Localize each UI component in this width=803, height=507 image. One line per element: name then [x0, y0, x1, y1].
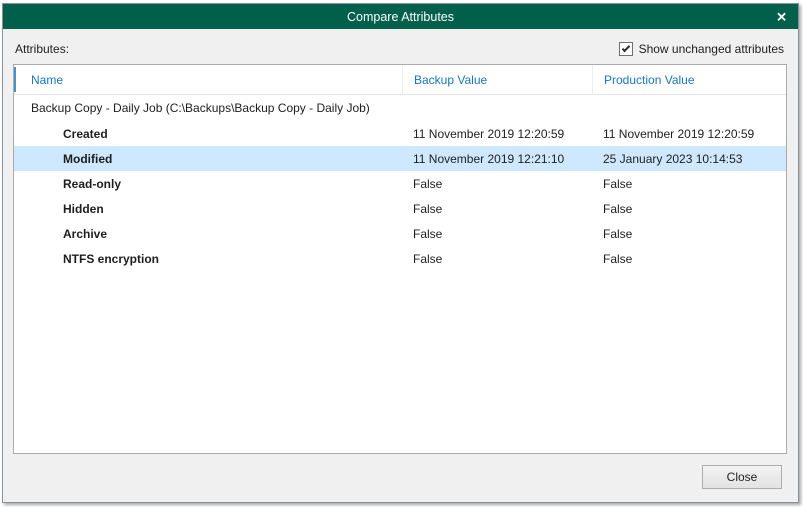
attributes-label: Attributes:: [15, 42, 69, 56]
column-header-name[interactable]: Name: [14, 73, 402, 87]
attribute-name: Created: [14, 127, 402, 141]
table-header: Name Backup Value Production Value: [14, 65, 786, 95]
backup-value: False: [402, 202, 592, 216]
backup-value: False: [402, 252, 592, 266]
attributes-table: Name Backup Value Production Value Backu…: [13, 64, 787, 454]
attribute-name: Read-only: [14, 177, 402, 191]
attribute-name: Archive: [14, 227, 402, 241]
checkbox-icon: [619, 42, 633, 56]
compare-attributes-dialog: Compare Attributes ✕ Attributes: Show un…: [2, 3, 799, 503]
show-unchanged-checkbox[interactable]: Show unchanged attributes: [619, 42, 784, 56]
table-row[interactable]: Hidden False False: [14, 196, 786, 221]
attributes-toolbar: Attributes: Show unchanged attributes: [15, 40, 784, 58]
dialog-title: Compare Attributes: [347, 10, 454, 24]
checkbox-label: Show unchanged attributes: [639, 42, 784, 56]
table-row[interactable]: Created 11 November 2019 12:20:59 11 Nov…: [14, 121, 786, 146]
backup-value: 11 November 2019 12:20:59: [402, 127, 592, 141]
table-row[interactable]: Modified 11 November 2019 12:21:10 25 Ja…: [14, 146, 786, 171]
column-header-backup-value[interactable]: Backup Value: [402, 65, 592, 94]
column-header-production-value[interactable]: Production Value: [592, 65, 786, 94]
group-header-label: Backup Copy - Daily Job (C:\Backups\Back…: [31, 101, 370, 115]
backup-value: False: [402, 177, 592, 191]
close-icon[interactable]: ✕: [776, 10, 787, 23]
production-value: 25 January 2023 10:14:53: [592, 152, 786, 166]
production-value: False: [592, 252, 786, 266]
table-row[interactable]: Read-only False False: [14, 171, 786, 196]
production-value: False: [592, 202, 786, 216]
backup-value: False: [402, 227, 592, 241]
table-row[interactable]: Archive False False: [14, 221, 786, 246]
attribute-name: Hidden: [14, 202, 402, 216]
close-button[interactable]: Close: [702, 465, 782, 489]
backup-value: 11 November 2019 12:21:10: [402, 152, 592, 166]
group-header[interactable]: Backup Copy - Daily Job (C:\Backups\Back…: [14, 95, 786, 121]
table-row[interactable]: NTFS encryption False False: [14, 246, 786, 271]
attribute-name: Modified: [14, 152, 402, 166]
titlebar: Compare Attributes ✕: [3, 4, 798, 29]
production-value: 11 November 2019 12:20:59: [592, 127, 786, 141]
attribute-name: NTFS encryption: [14, 252, 402, 266]
production-value: False: [592, 227, 786, 241]
production-value: False: [592, 177, 786, 191]
